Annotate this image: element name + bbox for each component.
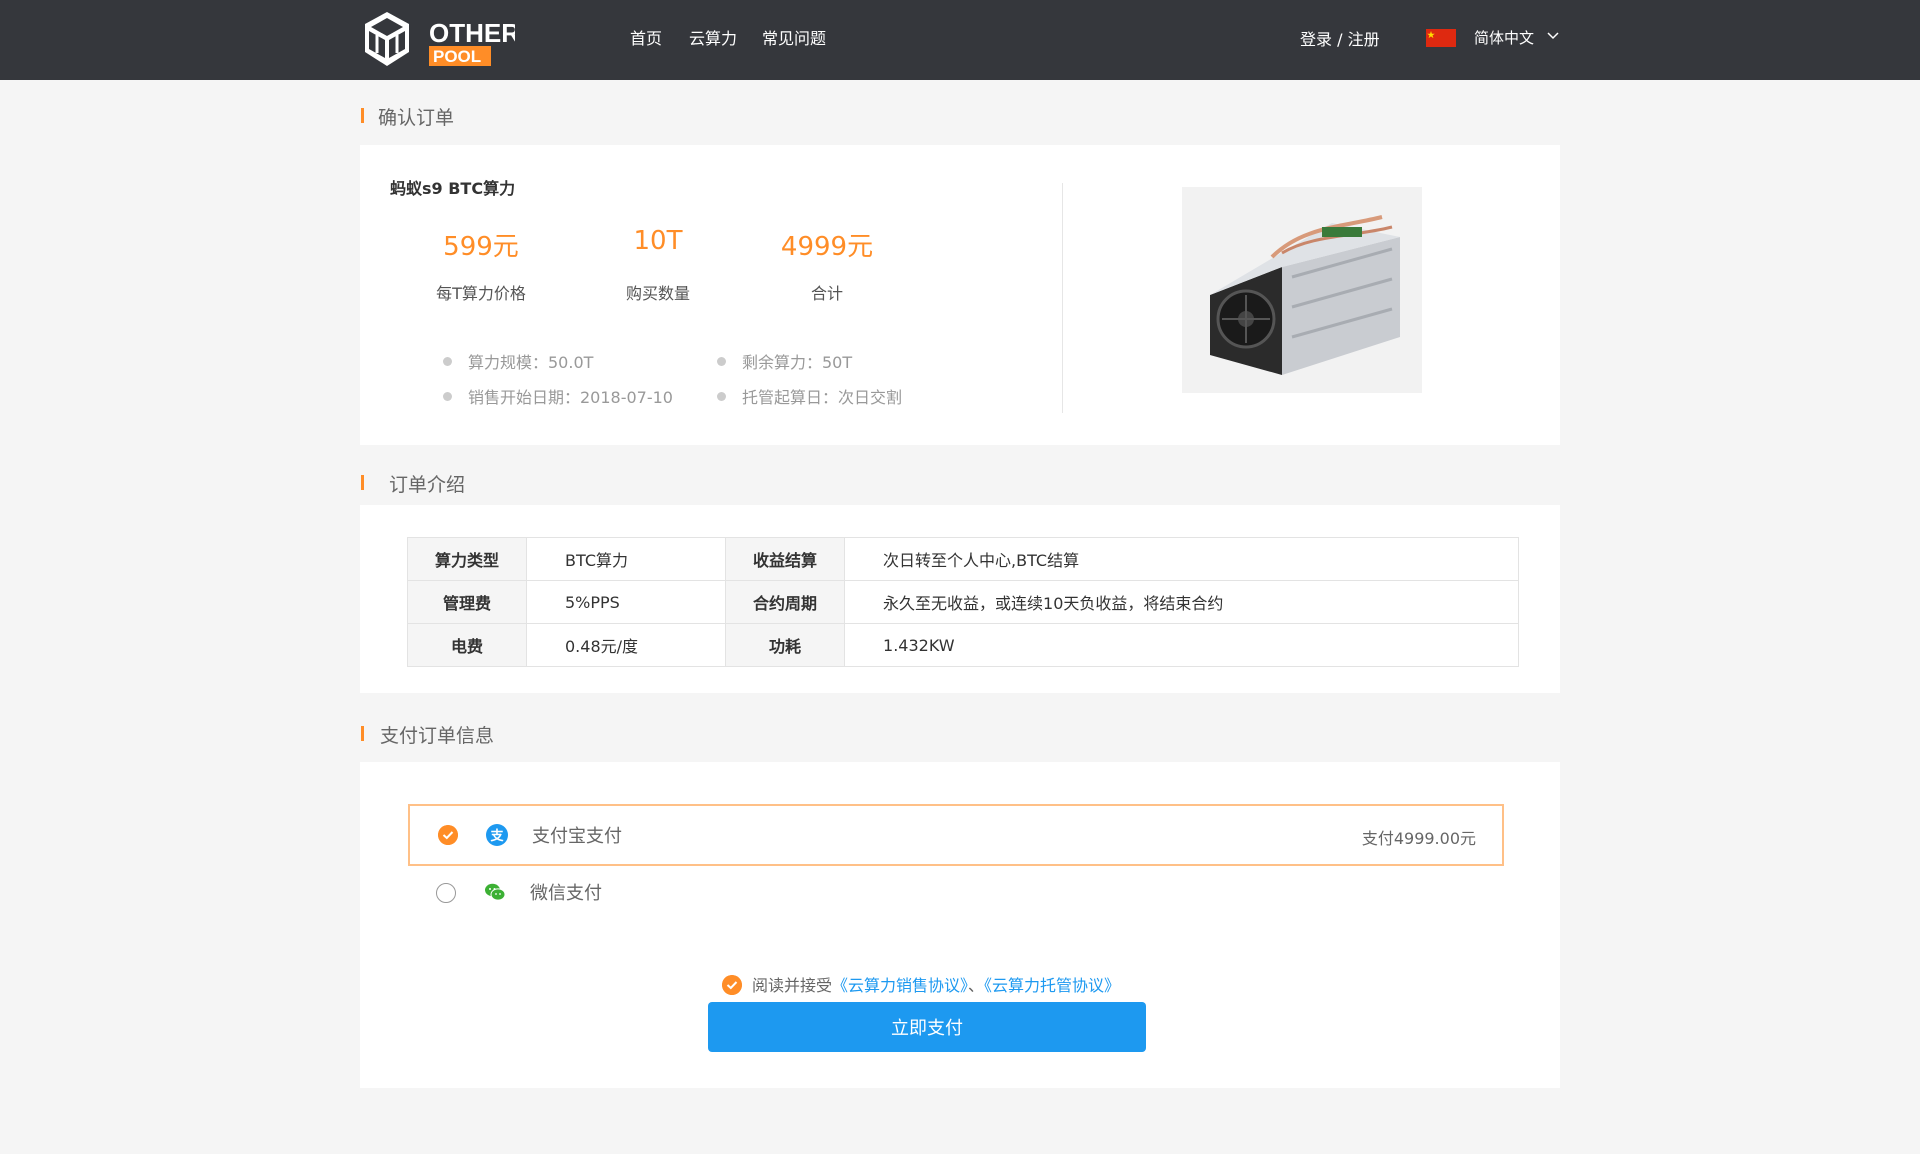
payment-panel: 支 支付宝支付 支付4999.00元 微信支付 阅读并接受《云算力销售协议》、《… (360, 762, 1560, 1088)
purchase-quantity-label: 购买数量 (625, 284, 690, 303)
radio-unchecked-icon[interactable] (436, 883, 456, 903)
antminer-s9-image (1182, 187, 1422, 393)
total-amount: 4999元 (780, 232, 874, 262)
pay-now-button[interactable]: 立即支付 (708, 1002, 1146, 1052)
sales-agreement-link[interactable]: 《云算力销售协议》 (832, 976, 968, 995)
custody-agreement-link[interactable]: 《云算力托管协议》 (984, 976, 1120, 995)
spec-key: 算力类型 (407, 537, 527, 581)
svg-text:支: 支 (489, 828, 504, 844)
table-row: 算力类型 BTC算力 收益结算 次日转至个人中心,BTC结算 (407, 537, 1519, 581)
spec-value: 永久至无收益，或连续10天负收益，将结束合约 (844, 580, 1519, 624)
wechat-icon (485, 883, 506, 901)
otherpool-logo[interactable]: OTHER POOL (355, 8, 515, 72)
wechat-label: 微信支付 (530, 883, 602, 904)
china-flag-icon (1426, 29, 1456, 47)
price-per-t-label: 每T算力价格 (436, 284, 526, 303)
agree-separator: 、 (968, 976, 985, 995)
spec-key: 合约周期 (725, 580, 846, 624)
info-item: 托管起算日：次日交割 (717, 384, 902, 408)
payment-option-wechat[interactable]: 微信支付 (408, 866, 1504, 928)
spec-value: 0.48元/度 (525, 623, 727, 667)
info-item: 销售开始日期：2018-07-10 (443, 384, 673, 408)
info-item: 算力规模：50.0T (443, 349, 593, 373)
payment-title: 支付订单信息 (380, 725, 495, 747)
top-bar: OTHER POOL 首页 云算力 常见问题 登录 / 注册 简体中文 (0, 0, 1920, 80)
spec-key: 收益结算 (725, 537, 846, 581)
spec-value: 次日转至个人中心,BTC结算 (844, 537, 1519, 581)
order-spec-table: 算力类型 BTC算力 收益结算 次日转至个人中心,BTC结算 管理费 5%PPS… (407, 537, 1519, 667)
table-row: 管理费 5%PPS 合约周期 永久至无收益，或连续10天负收益，将结束合约 (407, 580, 1519, 624)
order-intro-panel: 算力类型 BTC算力 收益结算 次日转至个人中心,BTC结算 管理费 5%PPS… (360, 505, 1560, 693)
check-circle-icon[interactable] (722, 974, 742, 995)
agreement-line: 阅读并接受《云算力销售协议》、《云算力托管协议》 (722, 972, 1120, 997)
agree-prefix: 阅读并接受 (752, 976, 833, 995)
language-selector[interactable]: 简体中文 (1474, 27, 1534, 48)
purchase-quantity: 10T (633, 226, 683, 256)
spec-key: 管理费 (407, 580, 527, 624)
spec-key: 功耗 (725, 623, 846, 667)
order-intro-title: 订单介绍 (389, 474, 466, 496)
nav-faq[interactable]: 常见问题 (762, 25, 826, 49)
spec-value: 1.432KW (844, 623, 1519, 667)
nav-cloud-power[interactable]: 云算力 (689, 25, 737, 49)
section-marker (361, 726, 364, 741)
svg-text:POOL: POOL (433, 47, 481, 66)
section-marker (361, 475, 364, 490)
confirm-order-title: 确认订单 (378, 107, 455, 129)
vertical-divider (1062, 183, 1063, 413)
total-label: 合计 (810, 284, 843, 303)
payment-option-alipay[interactable]: 支 支付宝支付 支付4999.00元 (408, 804, 1504, 866)
pay-amount: 支付4999.00元 (1361, 829, 1476, 848)
spec-value: 5%PPS (525, 580, 727, 624)
confirm-order-panel: 蚂蚁s9 BTC算力 599元 每T算力价格 10T 购买数量 4999元 合计… (360, 145, 1560, 445)
check-circle-icon[interactable] (438, 825, 458, 845)
section-marker (361, 108, 364, 123)
login-register-link[interactable]: 登录 / 注册 (1300, 26, 1380, 50)
product-name: 蚂蚁s9 BTC算力 (390, 179, 516, 198)
table-row: 电费 0.48元/度 功耗 1.432KW (407, 623, 1519, 667)
nav-home[interactable]: 首页 (630, 25, 662, 49)
spec-key: 电费 (407, 623, 527, 667)
alipay-icon: 支 (486, 824, 508, 846)
info-item: 剩余算力：50T (717, 349, 852, 373)
chevron-down-icon[interactable] (1546, 29, 1560, 43)
svg-text:OTHER: OTHER (429, 18, 515, 48)
spec-value: BTC算力 (525, 537, 727, 581)
alipay-label: 支付宝支付 (532, 826, 622, 847)
price-per-t: 599元 (443, 232, 519, 262)
